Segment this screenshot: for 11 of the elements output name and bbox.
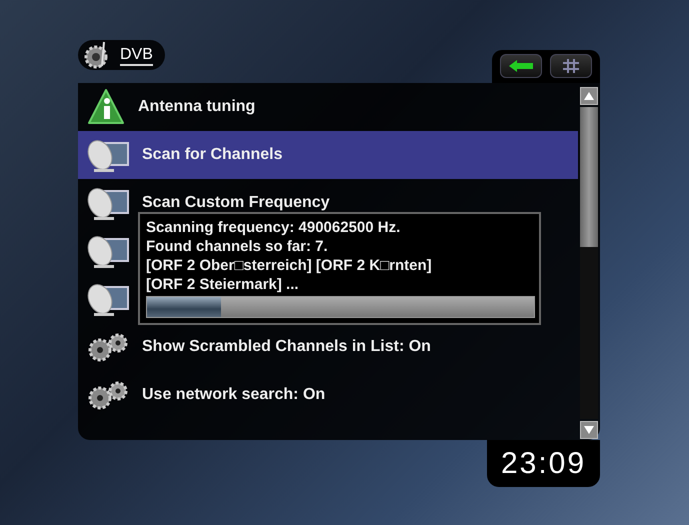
- page-title: DVB: [120, 44, 153, 66]
- menu-item-label: Scan for Channels: [142, 146, 282, 164]
- status-text: [ORF 2 Steiermark] ...: [146, 275, 300, 294]
- status-text: Found channels so far: 7.: [146, 237, 329, 256]
- status-text: Scanning frequency: 490062500 Hz.: [146, 218, 402, 237]
- menu-item-label: Use network search: On: [142, 386, 326, 404]
- menu-item-label: Scan Custom Frequency: [142, 194, 330, 212]
- menu-item-label: Show Scrambled Channels in List: On: [142, 338, 431, 356]
- status-text: [ORF 2 Ober□sterreich] [ORF 2 K□rnten]: [146, 256, 433, 275]
- menu-item-label: Antenna tuning: [138, 98, 256, 116]
- clock: 23:09: [487, 440, 600, 487]
